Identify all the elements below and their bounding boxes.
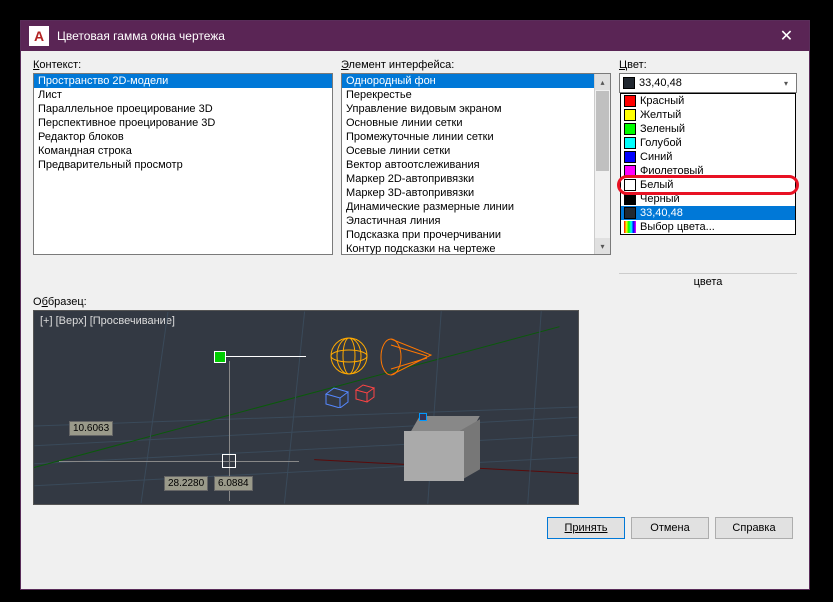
wireframe-box-icon [324, 386, 350, 408]
element-item[interactable]: Подсказка при прочерчивании [342, 228, 610, 242]
element-listbox[interactable]: Однородный фонПерекрестьеУправление видо… [341, 73, 611, 255]
context-item[interactable]: Предварительный просмотр [34, 158, 332, 172]
element-item[interactable]: Основные линии сетки [342, 116, 610, 130]
solid-cube[interactable] [404, 411, 484, 481]
color-option[interactable]: Белый [621, 178, 795, 192]
dimension-label: 28.2280 [164, 476, 208, 491]
element-item[interactable]: Вектор автоотслеживания [342, 158, 610, 172]
button-row: Принять Отмена Справка [33, 517, 797, 539]
context-listbox[interactable]: Пространство 2D-моделиЛистПараллельное п… [33, 73, 333, 255]
preview-label: Оббразец: [33, 296, 797, 308]
color-option-label: Голубой [640, 137, 682, 149]
colors-caption: цвета [619, 273, 797, 288]
color-combobox[interactable]: 33,40,48 ▾ КрасныйЖелтыйЗеленыйГолубойСи… [619, 73, 797, 93]
context-item[interactable]: Командная строка [34, 144, 332, 158]
color-option[interactable]: Зеленый [621, 122, 795, 136]
scrollbar[interactable]: ▴▾ [594, 74, 610, 254]
preview-viewport: [+] [Верх] [Просвечивание] 10.6063 28.22… [33, 310, 579, 505]
color-option[interactable]: Голубой [621, 136, 795, 150]
element-item[interactable]: Осевые линии сетки [342, 144, 610, 158]
dimension-label: 6.0884 [214, 476, 253, 491]
color-swatch-icon [624, 151, 636, 163]
combo-value: 33,40,48 [639, 77, 779, 89]
color-option-label: Красный [640, 95, 684, 107]
color-option-label: Зеленый [640, 123, 685, 135]
cancel-button[interactable]: Отмена [631, 517, 709, 539]
element-item[interactable]: Маркер 2D-автопривязки [342, 172, 610, 186]
wireframe-sphere-icon [329, 336, 369, 376]
color-swatch-icon [624, 165, 636, 177]
color-swatch-icon [624, 137, 636, 149]
context-item[interactable]: Параллельное проецирование 3D [34, 102, 332, 116]
color-option-label: Выбор цвета... [640, 221, 715, 233]
color-option[interactable]: Синий [621, 150, 795, 164]
element-item[interactable]: Управление видовым экраном [342, 102, 610, 116]
element-item[interactable]: Эластичная линия [342, 214, 610, 228]
crosshair-horizontal [59, 461, 299, 462]
color-swatch-icon [624, 109, 636, 121]
chevron-down-icon: ▾ [779, 79, 793, 88]
color-option-label: 33,40,48 [640, 207, 683, 219]
titlebar[interactable]: A Цветовая гамма окна чертежа ✕ [21, 21, 809, 51]
element-item[interactable]: Маркер 3D-автопривязки [342, 186, 610, 200]
dimension-label: 10.6063 [69, 421, 113, 436]
color-swatch-icon [624, 123, 636, 135]
crosshair-center [222, 454, 236, 468]
color-option-label: Синий [640, 151, 672, 163]
viewport-controls-text[interactable]: [+] [Верх] [Просвечивание] [40, 315, 175, 327]
gizmo-marker[interactable] [214, 351, 226, 363]
color-option[interactable]: Красный [621, 94, 795, 108]
element-item[interactable]: Промежуточные линии сетки [342, 130, 610, 144]
color-option[interactable]: Желтый [621, 108, 795, 122]
element-item[interactable]: Динамические размерные линии [342, 200, 610, 214]
color-dropdown: Красный Желтый Зеленый Голубой Синий Фиолетов… [620, 93, 796, 235]
color-option[interactable]: Фиолетовый [621, 164, 795, 178]
context-item[interactable]: Перспективное проецирование 3D [34, 116, 332, 130]
window-title: Цветовая гамма окна чертежа [57, 29, 764, 43]
color-option[interactable]: Черный [621, 192, 795, 206]
selection-grip-icon[interactable] [419, 413, 427, 421]
color-swatch-icon [624, 179, 636, 191]
color-option-label: Белый [640, 179, 673, 191]
dialog-window: A Цветовая гамма окна чертежа ✕ Контекст… [20, 20, 810, 590]
color-option-label: Фиолетовый [640, 165, 703, 177]
color-option-label: Черный [640, 193, 680, 205]
color-option-label: Желтый [640, 109, 681, 121]
color-label: Цвет: [619, 59, 797, 71]
app-icon: A [29, 26, 49, 46]
element-item[interactable]: Однородный фон [342, 74, 610, 88]
color-swatch-icon [624, 207, 636, 219]
color-swatch-icon [624, 95, 636, 107]
color-option[interactable]: 33,40,48 [621, 206, 795, 220]
color-swatch-icon [624, 193, 636, 205]
close-button[interactable]: ✕ [764, 21, 809, 51]
gizmo-line [226, 356, 306, 357]
context-label: Контекст: [33, 59, 333, 71]
element-label: Элемент интерфейса: [341, 59, 611, 71]
element-item[interactable]: Перекрестье [342, 88, 610, 102]
context-item[interactable]: Пространство 2D-модели [34, 74, 332, 88]
dialog-content: Контекст: Пространство 2D-моделиЛистПара… [21, 51, 809, 547]
gradient-swatch-icon [624, 221, 636, 233]
context-item[interactable]: Лист [34, 88, 332, 102]
color-option[interactable]: Выбор цвета... [621, 220, 795, 234]
context-item[interactable]: Редактор блоков [34, 130, 332, 144]
wireframe-cone-icon [379, 337, 434, 377]
element-item[interactable]: Контур подсказки на чертеже [342, 242, 610, 255]
ok-button[interactable]: Принять [547, 517, 625, 539]
combo-swatch [623, 77, 635, 89]
help-button[interactable]: Справка [715, 517, 793, 539]
wireframe-box-icon [354, 383, 376, 403]
